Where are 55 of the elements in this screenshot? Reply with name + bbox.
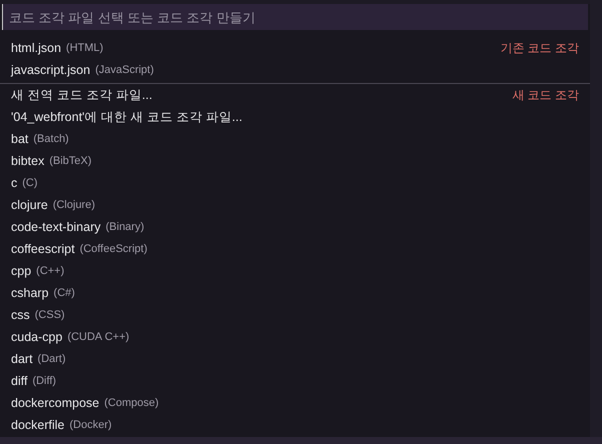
item-description: (HTML) — [66, 40, 104, 56]
item-name: 새 전역 코드 조각 파일... — [11, 86, 152, 104]
list-item[interactable]: 새 전역 코드 조각 파일... 새 코드 조각 — [0, 84, 590, 106]
item-description: (Batch) — [33, 132, 69, 147]
list-item[interactable]: bat (Batch) — [0, 128, 590, 150]
item-name: coffeescript — [11, 240, 75, 258]
item-description: (CUDA C++) — [67, 330, 130, 345]
list-item[interactable]: css (CSS) — [0, 304, 590, 326]
list-item[interactable]: html.json (HTML) 기존 코드 조각 — [0, 37, 590, 59]
item-description: (Docker) — [70, 418, 112, 433]
list-item[interactable]: csharp (C#) — [0, 282, 590, 304]
item-name: csharp — [11, 284, 49, 302]
list-item[interactable]: bibtex (BibTeX) — [0, 150, 590, 172]
list-item[interactable]: dockerfile (Docker) — [0, 414, 590, 436]
item-description: (CSS) — [34, 308, 65, 323]
item-description: (C) — [22, 176, 38, 191]
list-item[interactable]: '04_webfront'에 대한 새 코드 조각 파일... — [0, 106, 590, 128]
item-description: (Dart) — [38, 352, 66, 367]
item-name: diff — [11, 372, 28, 390]
item-name: bibtex — [11, 152, 44, 170]
item-name: html.json — [11, 40, 62, 57]
item-name: javascript.json — [11, 62, 90, 79]
list-item[interactable]: c (C) — [0, 172, 590, 194]
list-item[interactable]: code-text-binary (Binary) — [0, 216, 590, 238]
list-item[interactable]: dockercompose (Compose) — [0, 392, 590, 414]
item-name: code-text-binary — [11, 218, 101, 236]
item-name: css — [11, 306, 30, 324]
list-item[interactable]: diff (Diff) — [0, 370, 590, 392]
item-name: cuda-cpp — [11, 328, 62, 346]
list-item[interactable]: cpp (C++) — [0, 260, 590, 282]
item-name: dockercompose — [11, 394, 100, 412]
item-name: c — [11, 174, 18, 192]
search-field[interactable]: 코드 조각 파일 선택 또는 코드 조각 만들기 — [2, 4, 588, 30]
item-description: (C#) — [54, 286, 75, 301]
item-description: (BibTeX) — [49, 154, 92, 169]
item-description: (CoffeeScript) — [80, 242, 148, 257]
item-description: (C++) — [36, 264, 64, 279]
group-label: 기존 코드 조각 — [500, 40, 579, 57]
item-name: bat — [11, 130, 28, 148]
list-item[interactable]: coffeescript (CoffeeScript) — [0, 238, 590, 260]
item-description: (Compose) — [104, 396, 159, 411]
item-name: clojure — [11, 196, 48, 214]
item-name: cpp — [11, 262, 32, 280]
item-name: dockerfile — [11, 416, 64, 434]
item-name: '04_webfront'에 대한 새 코드 조각 파일... — [11, 108, 242, 126]
item-description: (Diff) — [32, 374, 56, 389]
list-item[interactable]: cuda-cpp (CUDA C++) — [0, 326, 590, 348]
list-item[interactable]: clojure (Clojure) — [0, 194, 590, 216]
group-label: 새 코드 조각 — [512, 87, 579, 104]
list-item[interactable]: javascript.json (JavaScript) — [0, 59, 590, 81]
list-item[interactable]: dart (Dart) — [0, 348, 590, 370]
item-description: (Binary) — [106, 220, 144, 235]
item-description: (Clojure) — [52, 198, 96, 213]
item-name: dart — [11, 350, 33, 368]
item-description: (JavaScript) — [95, 62, 154, 78]
